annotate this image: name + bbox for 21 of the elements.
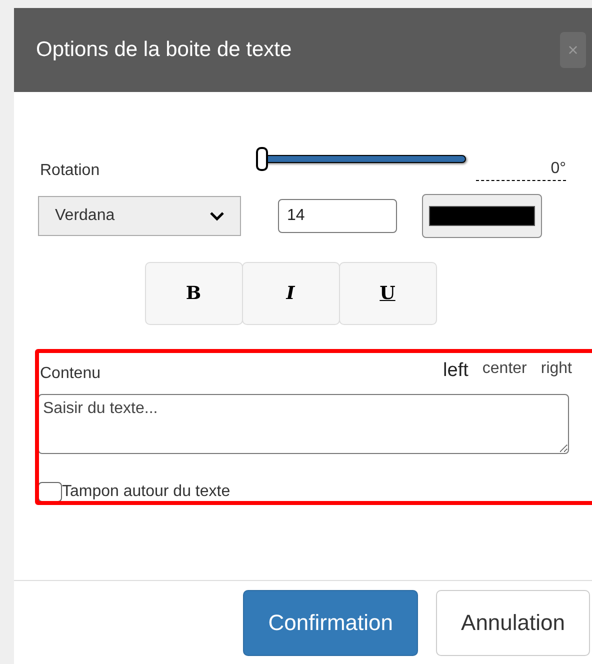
content-label: Contenu [40, 364, 100, 384]
dialog-button[interactable]: Confirmation [243, 590, 418, 656]
checkbox-label: Tampon autour du texte [62, 482, 230, 502]
chevron-down-icon [210, 211, 224, 221]
alignment-option[interactable]: center [482, 357, 527, 386]
rotation-slider[interactable] [256, 146, 466, 172]
slider-thumb[interactable] [256, 147, 268, 171]
font-select[interactable]: Verdana [38, 196, 241, 236]
alignment-option[interactable]: left [443, 357, 468, 386]
content-field[interactable]: Saisir du texte... [38, 394, 569, 454]
font-size-field[interactable]: 14 [278, 199, 397, 233]
rotation-label: Rotation [40, 161, 101, 181]
color-picker-button[interactable] [422, 194, 542, 238]
format-button[interactable]: U [338, 262, 436, 325]
format-button[interactable]: B [144, 262, 242, 325]
dialog-button[interactable]: Annulation [436, 590, 590, 656]
format-button[interactable]: I [242, 262, 340, 325]
alignment-option[interactable]: right [540, 357, 572, 386]
rotation-reading: 0° [476, 148, 566, 180]
dialog-title: Options de la boite de texte [36, 37, 292, 64]
checkbox[interactable] [38, 482, 62, 502]
